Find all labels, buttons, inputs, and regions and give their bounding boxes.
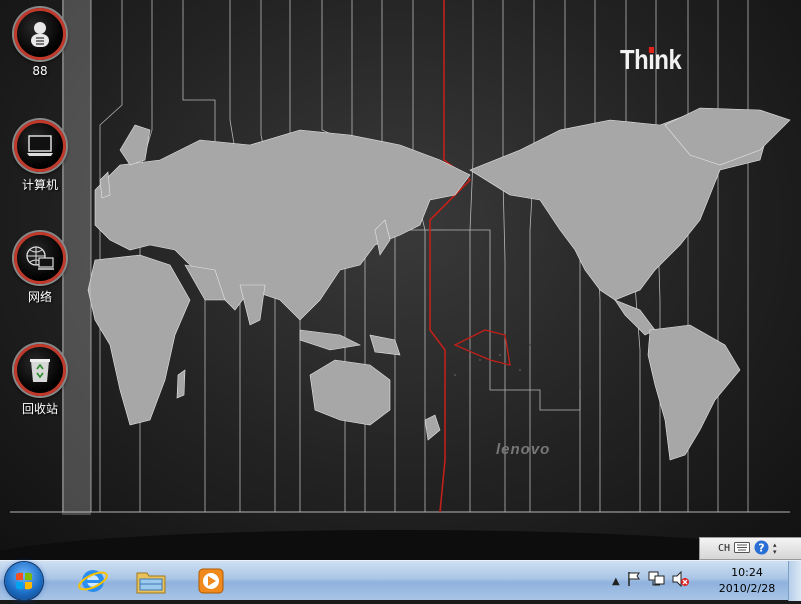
world-timezone-map bbox=[0, 0, 801, 560]
clock[interactable]: 10:24 2010/2/28 bbox=[712, 565, 782, 597]
language-bar-options-icon[interactable]: ▴ ▾ bbox=[773, 541, 777, 556]
desktop-icon-label: 回收站 bbox=[21, 402, 58, 416]
desktop-icon-label: 网络 bbox=[27, 290, 52, 304]
taskbar-internet-explorer[interactable] bbox=[66, 563, 120, 599]
action-center-flag-icon[interactable] bbox=[626, 571, 642, 591]
think-logo: Think bbox=[620, 44, 682, 75]
svg-text:?: ? bbox=[758, 541, 764, 554]
start-button[interactable] bbox=[5, 562, 43, 600]
clock-time: 10:24 bbox=[731, 566, 763, 579]
media-player-icon bbox=[198, 568, 224, 594]
help-icon[interactable]: ? bbox=[754, 540, 769, 558]
system-tray: ▲ bbox=[612, 561, 690, 601]
network-icon bbox=[14, 232, 66, 284]
user-icon bbox=[14, 8, 66, 60]
desktop-icon-label: 88 bbox=[32, 64, 48, 78]
show-desktop-button[interactable] bbox=[788, 561, 801, 601]
network-icon[interactable] bbox=[648, 571, 666, 591]
recycle-bin-icon bbox=[14, 344, 66, 396]
desktop: Think lenovo 88 计算机 网络 回收站 CH ? ▴ ▾ bbox=[0, 0, 801, 560]
show-hidden-icons-arrow[interactable]: ▲ bbox=[612, 576, 620, 587]
language-indicator[interactable]: CH bbox=[718, 543, 730, 554]
windows-logo-icon bbox=[16, 572, 32, 590]
desktop-icon-user-88[interactable]: 88 bbox=[5, 8, 75, 78]
clock-date: 2010/2/28 bbox=[718, 582, 776, 595]
internet-explorer-icon bbox=[78, 570, 108, 592]
keyboard-icon[interactable] bbox=[734, 541, 751, 556]
desktop-icon-label: 计算机 bbox=[21, 178, 58, 192]
computer-icon bbox=[14, 120, 66, 172]
taskbar-windows-explorer[interactable] bbox=[124, 563, 178, 599]
desktop-icon-computer[interactable]: 计算机 bbox=[5, 120, 75, 193]
taskbar-media-player[interactable] bbox=[184, 563, 238, 599]
desktop-icon-network[interactable]: 网络 bbox=[5, 232, 75, 305]
volume-muted-icon[interactable] bbox=[672, 570, 690, 591]
language-bar[interactable]: CH ? ▴ ▾ bbox=[699, 537, 801, 560]
taskbar: ▲ 10:24 2010/2/28 bbox=[0, 560, 801, 601]
windows-explorer-icon bbox=[136, 572, 166, 594]
desktop-icon-recycle-bin[interactable]: 回收站 bbox=[5, 344, 75, 417]
lenovo-logo: lenovo bbox=[496, 441, 551, 458]
